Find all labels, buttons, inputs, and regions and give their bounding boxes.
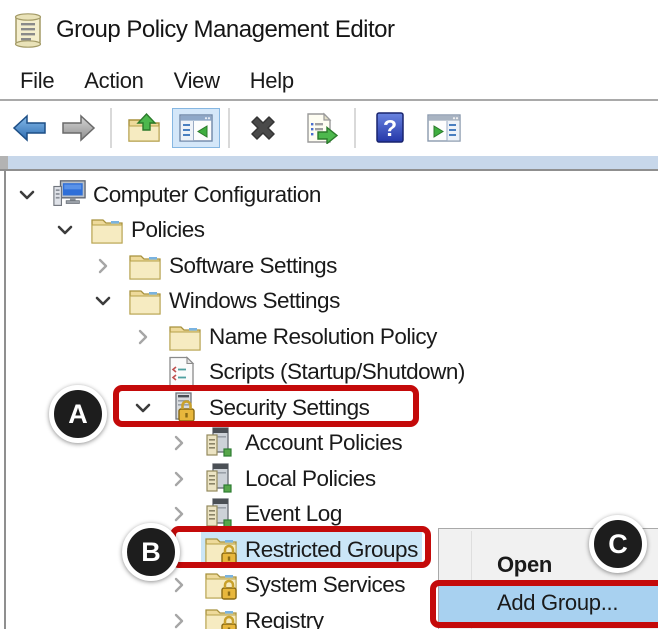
forward-arrow-icon: [62, 114, 96, 142]
tree-item-label: Security Settings: [209, 394, 370, 420]
show-hide-action-pane-button[interactable]: [420, 108, 468, 148]
folder-icon: [90, 214, 124, 246]
scripts-icon: [168, 356, 202, 388]
tree-item-windows-settings[interactable]: Windows Settings: [0, 284, 658, 320]
tree-item-label: Local Policies: [245, 465, 376, 491]
folder-icon: [128, 250, 162, 282]
annotation-badge-a: A: [49, 385, 107, 443]
chevron-right-icon[interactable]: [170, 612, 204, 629]
tree-item-local-policies[interactable]: Local Policies: [0, 461, 658, 497]
chevron-down-icon[interactable]: [18, 186, 52, 204]
pane-top-band: [0, 156, 658, 169]
annotation-badge-c: C: [589, 515, 647, 573]
gpo-scroll-icon: [10, 10, 46, 50]
menu-help[interactable]: Help: [238, 66, 306, 96]
tree-item-label: Policies: [131, 217, 205, 243]
tree-item-label: Computer Configuration: [93, 181, 321, 207]
window-title: Group Policy Management Editor: [56, 16, 395, 43]
up-folder-icon: [128, 112, 160, 142]
back-arrow-icon: [12, 114, 46, 142]
tree-item-policies[interactable]: Policies: [0, 213, 658, 249]
toolbar: ?: [0, 101, 658, 155]
chevron-right-icon[interactable]: [170, 434, 204, 452]
security-settings-icon: [168, 392, 202, 424]
annotation-badge-b: B: [122, 523, 180, 581]
policy-icon: [204, 463, 238, 495]
tree-item-label: Event Log: [245, 501, 342, 527]
tree-item-name-resolution-policy[interactable]: Name Resolution Policy: [0, 319, 658, 355]
pane-top-band-notch: [0, 156, 8, 169]
tree-item-label: Restricted Groups: [245, 536, 418, 562]
tree-item-label: Registry: [245, 607, 324, 629]
delete-button[interactable]: [238, 109, 288, 147]
toolbar-separator: [354, 108, 356, 148]
console-tree-icon: [179, 114, 213, 142]
svg-text:?: ?: [383, 115, 397, 141]
chevron-right-icon[interactable]: [134, 328, 168, 346]
tree-item-scripts[interactable]: Scripts (Startup/Shutdown): [0, 355, 658, 391]
menu-action[interactable]: Action: [72, 66, 155, 96]
help-button[interactable]: ?: [368, 108, 412, 148]
chevron-right-icon[interactable]: [94, 257, 128, 275]
computer-config-icon: [52, 179, 86, 211]
tree-item-label: Windows Settings: [169, 288, 340, 314]
pane-top-border: [0, 169, 658, 171]
folder-icon: [128, 285, 162, 317]
tree-item-label: System Services: [245, 572, 406, 598]
chevron-right-icon[interactable]: [170, 576, 204, 594]
action-pane-icon: [427, 114, 461, 142]
chevron-right-icon[interactable]: [170, 470, 204, 488]
policy-icon: [204, 498, 238, 530]
toolbar-separator: [228, 108, 230, 148]
folder-lock-icon: [204, 605, 238, 629]
tree-item-label: Account Policies: [245, 430, 403, 456]
forward-button[interactable]: [54, 109, 102, 147]
chevron-right-icon[interactable]: [170, 505, 204, 523]
tree-selection-highlight: Restricted Groups: [201, 531, 422, 568]
folder-lock-icon: [204, 534, 238, 566]
tree-item-label: Scripts (Startup/Shutdown): [209, 359, 465, 385]
folder-lock-icon: [204, 569, 238, 601]
back-button[interactable]: [6, 109, 54, 147]
chevron-down-icon[interactable]: [134, 399, 168, 417]
toolbar-separator: [110, 108, 112, 148]
tree-item-software-settings[interactable]: Software Settings: [0, 248, 658, 284]
policy-icon: [204, 427, 238, 459]
menu-file[interactable]: File: [8, 66, 66, 96]
menubar: File Action View Help: [0, 64, 658, 98]
up-one-level-button[interactable]: [120, 108, 168, 148]
window-titlebar: Group Policy Management Editor: [10, 10, 395, 50]
help-icon: ?: [376, 112, 404, 143]
folder-icon: [168, 321, 202, 353]
show-hide-console-tree-button[interactable]: [172, 108, 220, 148]
delete-x-icon: [251, 116, 275, 140]
chevron-down-icon[interactable]: [56, 221, 90, 239]
chevron-down-icon[interactable]: [94, 292, 128, 310]
export-list-icon: [307, 112, 339, 144]
tree-item-event-log[interactable]: Event Log: [0, 497, 658, 533]
tree-item-computer-configuration[interactable]: Computer Configuration: [0, 177, 658, 213]
export-list-button[interactable]: [298, 108, 346, 148]
tree-item-label: Software Settings: [169, 252, 337, 278]
tree-item-label: Name Resolution Policy: [209, 323, 437, 349]
context-menu-item-add-group[interactable]: Add Group...: [439, 584, 658, 622]
gpme-window: Group Policy Management Editor File Acti…: [0, 0, 658, 629]
menu-view[interactable]: View: [162, 66, 232, 96]
